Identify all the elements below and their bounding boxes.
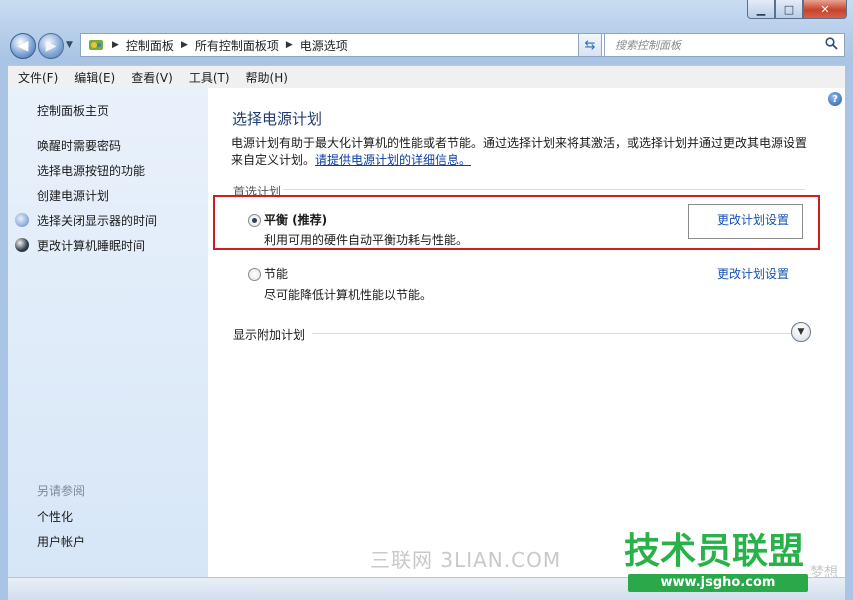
plan-power-saver-description: 尽可能降低计算机性能以节能。 (264, 288, 433, 302)
navigation-bar: ◀ ▶ ▼ ▶ 控制面板 ▶ 所有控制面板项 ▶ 电源选项 ▼ ⇆ (8, 32, 845, 60)
monitor-icon (15, 213, 29, 227)
refresh-button[interactable]: ⇆ (578, 33, 602, 57)
watermark-logo-text: 技术员联盟 (624, 531, 805, 572)
breadcrumb-all-items[interactable]: 所有控制面板项 (195, 37, 279, 54)
page-title: 选择电源计划 (232, 110, 323, 128)
moon-icon (15, 238, 29, 252)
sidebar-item-create-plan[interactable]: 创建电源计划 (37, 187, 109, 204)
page-description: 电源计划有助于最大化计算机的性能或者节能。通过选择计划来将其激活，或选择计划并通… (231, 135, 811, 169)
back-button[interactable]: ◀ (10, 33, 36, 59)
balanced-change-settings-link[interactable]: 更改计划设置 (688, 204, 804, 239)
caption-buttons: ▁ □ ✕ (747, 0, 847, 19)
menu-bar: 文件(F) 编辑(E) 查看(V) 工具(T) 帮助(H) (8, 65, 845, 89)
address-bar[interactable]: ▶ 控制面板 ▶ 所有控制面板项 ▶ 电源选项 ▼ (80, 33, 606, 57)
plan-balanced-description: 利用可用的硬件自动平衡功耗与性能。 (264, 233, 469, 247)
menu-view[interactable]: 查看(V) (123, 69, 181, 86)
sidebar-item-user-accounts[interactable]: 用户帐户 (37, 533, 85, 550)
breadcrumb-separator: ▶ (112, 40, 119, 50)
menu-help[interactable]: 帮助(H) (238, 69, 296, 86)
show-additional-plans-label[interactable]: 显示附加计划 (233, 326, 305, 343)
close-button[interactable]: ✕ (803, 0, 847, 19)
watermark-jsgho-logo: 技术员联盟 www.jsgho.com (624, 532, 808, 594)
plan-balanced-radio[interactable] (248, 214, 261, 227)
arrow-left-icon: ◀ (17, 38, 29, 54)
sidebar-item-wake-password[interactable]: 唤醒时需要密码 (37, 137, 121, 154)
search-input[interactable] (613, 37, 817, 53)
menu-edit[interactable]: 编辑(E) (66, 69, 123, 86)
search-icon[interactable] (825, 37, 838, 53)
breadcrumb-power-options[interactable]: 电源选项 (300, 37, 348, 54)
power-saver-change-settings-link[interactable]: 更改计划设置 (717, 265, 789, 282)
breadcrumb-separator[interactable]: ▶ (181, 40, 188, 50)
search-box (604, 33, 845, 57)
group-divider (283, 189, 805, 190)
sidebar: 控制面板主页 唤醒时需要密码 选择电源按钮的功能 创建电源计划 选择关闭显示器的… (8, 88, 208, 594)
breadcrumb: 控制面板 ▶ 所有控制面板项 ▶ 电源选项 (126, 37, 348, 54)
sidebar-item-display-off[interactable]: 选择关闭显示器的时间 (37, 212, 157, 229)
control-panel-window: ▁ □ ✕ ◀ ▶ ▼ ▶ 控制面板 ▶ 所有控制面板项 ▶ 电源选项 ▼ ⇆ (0, 0, 853, 600)
forward-button[interactable]: ▶ (38, 33, 64, 59)
refresh-icon: ⇆ (584, 37, 596, 53)
help-icon[interactable]: ? (828, 92, 842, 106)
breadcrumb-separator[interactable]: ▶ (286, 40, 293, 50)
sidebar-item-power-buttons[interactable]: 选择电源按钮的功能 (37, 162, 145, 179)
watermark-3lian: 三联网 3LIAN.COM (370, 548, 562, 572)
watermark-side-text: 梦想 (810, 565, 838, 581)
plan-details-link[interactable]: 请提供电源计划的详细信息。 (315, 153, 471, 167)
plan-power-saver-name[interactable]: 节能 (264, 265, 288, 282)
menu-tools[interactable]: 工具(T) (181, 69, 238, 86)
sidebar-home-link[interactable]: 控制面板主页 (37, 102, 109, 119)
plan-balanced-name[interactable]: 平衡 (推荐) (264, 211, 327, 228)
menu-file[interactable]: 文件(F) (10, 69, 66, 86)
additional-plans-divider (312, 333, 792, 334)
maximize-button[interactable]: □ (775, 0, 803, 19)
watermark-url: www.jsgho.com (628, 574, 808, 592)
minimize-button[interactable]: ▁ (747, 0, 775, 19)
chevron-down-icon[interactable]: ▼ (791, 322, 811, 342)
control-panel-icon (87, 37, 105, 53)
content-area: 控制面板主页 唤醒时需要密码 选择电源按钮的功能 创建电源计划 选择关闭显示器的… (8, 88, 845, 594)
main-panel: ? 选择电源计划 电源计划有助于最大化计算机的性能或者节能。通过选择计划来将其激… (208, 88, 845, 594)
plan-power-saver-radio[interactable] (248, 268, 261, 281)
breadcrumb-control-panel[interactable]: 控制面板 (126, 37, 174, 54)
sidebar-item-sleep-time[interactable]: 更改计算机睡眠时间 (37, 237, 145, 254)
recent-pages-dropdown[interactable]: ▼ (66, 40, 73, 50)
sidebar-item-personalization[interactable]: 个性化 (37, 508, 73, 525)
arrow-right-icon: ▶ (45, 38, 57, 54)
see-also-heading: 另请参阅 (37, 484, 86, 498)
